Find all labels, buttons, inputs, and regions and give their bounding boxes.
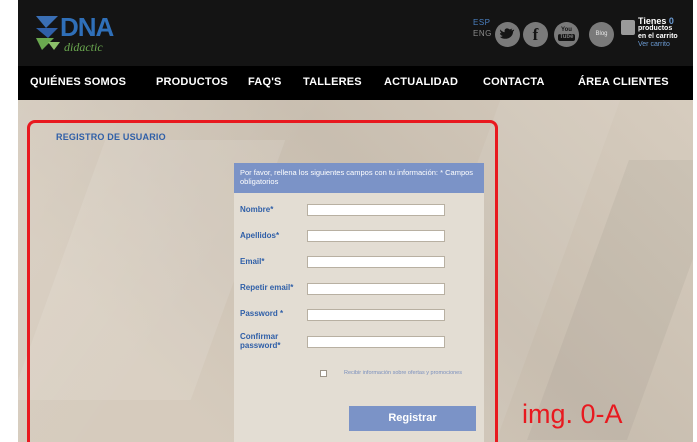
annotation-highlight-box [27, 120, 498, 442]
youtube-label-top: You [561, 27, 572, 33]
nav-productos[interactable]: PRODUCTOS [156, 76, 228, 88]
nav-faqs[interactable]: FAQ'S [248, 76, 282, 88]
cart-icon[interactable] [621, 20, 635, 35]
nav-contacta[interactable]: CONTACTA [483, 76, 545, 88]
cart-line3: en el carrito [638, 33, 678, 40]
youtube-button[interactable]: You Tube [554, 22, 579, 47]
youtube-icon: You Tube [554, 22, 579, 41]
language-esp[interactable]: ESP [473, 18, 491, 27]
main-nav: QUIÉNES SOMOS PRODUCTOS FAQ'S TALLERES A… [18, 66, 693, 100]
logo-subtitle: didactic [64, 40, 103, 54]
nav-quienes-somos[interactable]: QUIÉNES SOMOS [30, 76, 126, 88]
nav-actualidad[interactable]: ACTUALIDAD [384, 76, 458, 88]
twitter-icon [500, 28, 515, 39]
annotation-label: img. 0-A [522, 399, 623, 429]
logo-text: DNA [60, 12, 114, 42]
dna-logo-icon [36, 16, 60, 50]
facebook-icon: f [532, 25, 539, 44]
youtube-label-bottom: Tube [558, 34, 575, 41]
facebook-button[interactable]: f [523, 22, 548, 47]
language-eng[interactable]: ENG [473, 29, 492, 38]
view-cart-link[interactable]: Ver carrito [638, 41, 693, 49]
logo[interactable]: DNA didactic [32, 10, 132, 58]
cart-line2: productos [638, 25, 673, 32]
nav-area-clientes[interactable]: ÁREA CLIENTES [578, 76, 669, 88]
nav-talleres[interactable]: TALLERES [303, 76, 362, 88]
blog-button[interactable]: Blog [589, 22, 614, 47]
site-header: DNA didactic ESP ENG f You Tube Blog Tie… [18, 0, 693, 66]
cart-summary: Tienes 0 productos en el carrito Ver car… [638, 17, 693, 49]
twitter-button[interactable] [495, 22, 520, 47]
